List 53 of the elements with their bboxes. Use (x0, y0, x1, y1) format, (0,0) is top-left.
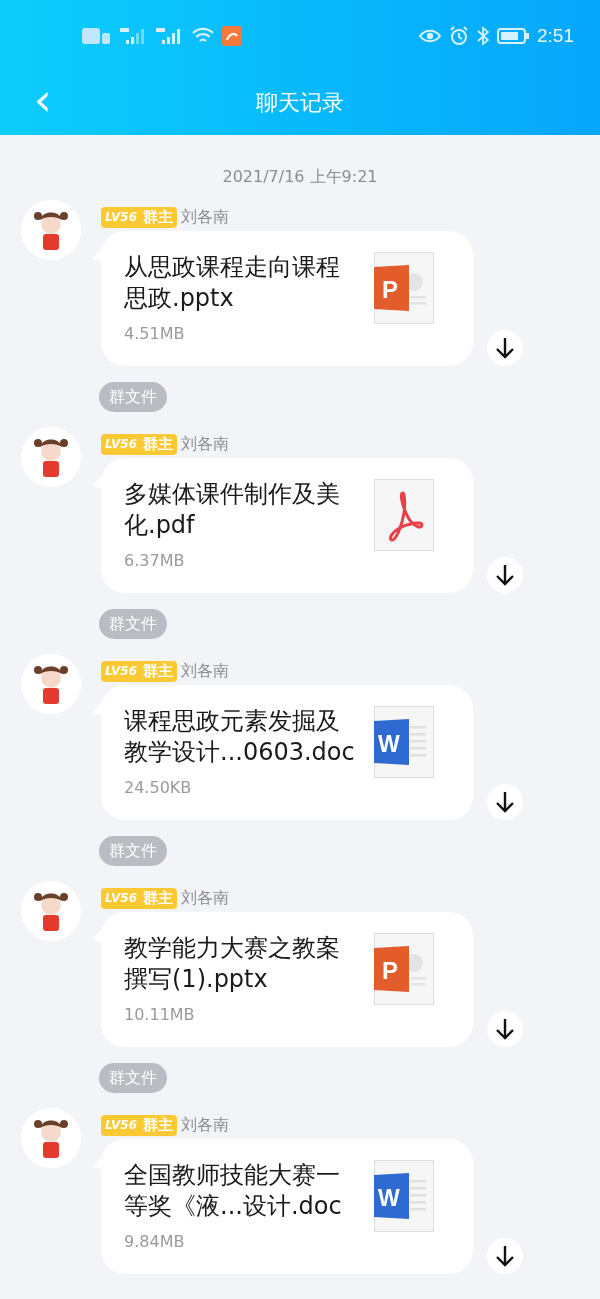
download-icon (495, 337, 515, 359)
powerpoint-file-icon: P (374, 252, 434, 324)
role-badge: LV56 群主 (101, 433, 177, 455)
file-name: 全国教师技能大赛一等奖《液...设计.doc (124, 1160, 343, 1222)
download-icon (495, 1245, 515, 1267)
file-name: 多媒体课件制作及美化.pdf (124, 479, 341, 541)
file-message-bubble[interactable]: 课程思政元素发掘及教学设计...0603.doc 24.50KB W (101, 685, 473, 820)
sender-name: 刘各南 (181, 433, 229, 455)
alarm-icon (449, 26, 469, 46)
sender-name: 刘各南 (181, 1114, 229, 1136)
file-message-bubble[interactable]: 多媒体课件制作及美化.pdf 6.37MB (101, 458, 473, 593)
word-file-icon: W (374, 706, 434, 778)
file-name: 教学能力大赛之教案撰写(1).pptx (124, 933, 341, 995)
role-badge: LV56 群主 (101, 1114, 177, 1136)
battery-icon (497, 28, 529, 44)
bluetooth-icon (477, 26, 489, 46)
page-title: 聊天记录 (256, 89, 344, 117)
group-file-tag: 群文件 (99, 609, 167, 639)
file-size: 4.51MB (124, 324, 186, 343)
download-button[interactable] (487, 1238, 523, 1274)
role-badge: LV56 群主 (101, 206, 177, 228)
group-file-tag: 群文件 (99, 382, 167, 412)
sender-name: 刘各南 (181, 887, 229, 909)
role-badge: LV56 群主 (101, 660, 177, 682)
status-time: 2:51 (537, 25, 574, 47)
download-icon (495, 564, 515, 586)
file-message-bubble[interactable]: 从思政课程走向课程思政.pptx 4.51MB P (101, 231, 473, 366)
file-size: 10.11MB (124, 1005, 196, 1024)
download-icon (495, 791, 515, 813)
role-badge: LV56 群主 (101, 887, 177, 909)
download-button[interactable] (487, 557, 523, 593)
download-button[interactable] (487, 330, 523, 366)
file-message-bubble[interactable]: 教学能力大赛之教案撰写(1).pptx 10.11MB P (101, 912, 473, 1047)
date-separator: 2021/7/16 上午9:21 (221, 166, 379, 188)
file-size: 6.37MB (124, 551, 186, 570)
file-size: 9.84MB (124, 1232, 186, 1251)
file-size: 24.50KB (124, 778, 193, 797)
download-button[interactable] (487, 1011, 523, 1047)
powerpoint-file-icon: P (374, 933, 434, 1005)
download-icon (495, 1018, 515, 1040)
sender-name: 刘各南 (181, 206, 229, 228)
app-icon (222, 26, 242, 46)
signal-icon (118, 27, 146, 45)
group-file-tag: 群文件 (99, 1063, 167, 1093)
file-message-bubble[interactable]: 全国教师技能大赛一等奖《液...设计.doc 9.84MB W (101, 1139, 473, 1274)
file-name: 课程思政元素发掘及教学设计...0603.doc (124, 706, 356, 768)
eye-icon (419, 27, 441, 45)
group-file-tag: 群文件 (99, 836, 167, 866)
sender-name: 刘各南 (181, 660, 229, 682)
pdf-file-icon (374, 479, 434, 551)
file-name: 从思政课程走向课程思政.pptx (124, 252, 341, 314)
download-button[interactable] (487, 784, 523, 820)
word-file-icon: W (374, 1160, 434, 1232)
